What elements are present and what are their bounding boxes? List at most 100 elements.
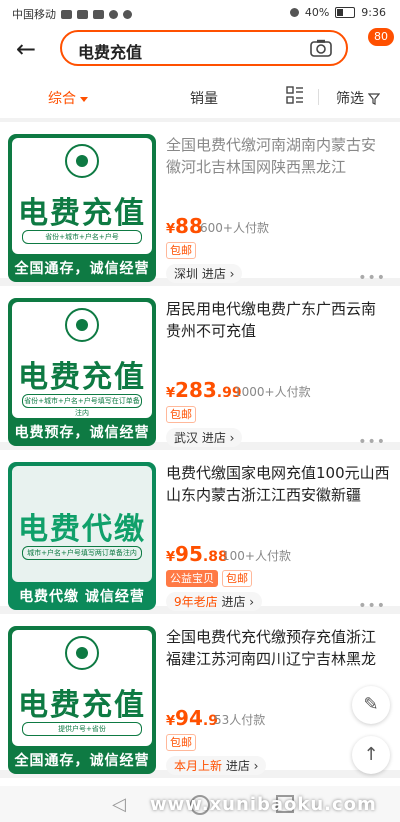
product-card[interactable]: 电费充值 提供户号+省份 全国通存，诚信经营 全国电费代充代缴预存充值浙江福建江… xyxy=(0,614,400,775)
paid-count: 600+人付款 xyxy=(200,221,269,235)
product-title[interactable]: 居民用电代缴电费广东广西云南贵州不可充值 xyxy=(166,298,390,342)
currency-symbol: ¥ xyxy=(166,550,176,565)
alarm-icon xyxy=(289,8,299,17)
product-price: ¥283.99 xyxy=(166,378,242,402)
product-image[interactable]: 电费代缴 城市+户名+户号填写两订单备注内 电费代缴 诚信经营 xyxy=(8,462,156,610)
filter-label: 筛选 xyxy=(336,91,364,107)
shop-location: 深圳 xyxy=(174,267,199,281)
thumb-banner: 电费预存，诚信经营 xyxy=(14,425,150,441)
thumb-headline: 电费充值 xyxy=(18,196,146,231)
sort-comprehensive-label: 综合 xyxy=(48,91,76,107)
state-grid-logo-icon xyxy=(65,636,99,670)
tag-row: 包邮 xyxy=(166,242,196,259)
feedback-edit-icon[interactable]: ✎ xyxy=(352,686,390,724)
thumb-subline: 省份+城市+户名+户号填写在订单备注内 xyxy=(22,394,142,417)
thumb-headline: 电费充值 xyxy=(18,688,146,723)
price-integer: 95 xyxy=(175,542,203,566)
thumb-panel: 电费充值 提供户号+省份 xyxy=(12,630,152,746)
shop-link[interactable]: 本月上新 进店 › xyxy=(166,756,267,775)
search-query[interactable]: 电费充值 xyxy=(78,39,142,63)
product-card[interactable]: 电费充值 省份+城市+户名+户号 全国通存，诚信经营 全国电费代缴河南湖南内蒙古… xyxy=(0,122,400,286)
layout-toggle-icon[interactable] xyxy=(286,86,304,104)
product-price: ¥95.88 xyxy=(166,542,228,566)
product-title[interactable]: 电费代缴国家电网充值100元山西山东内蒙古浙江江西安徽新疆 xyxy=(166,462,390,506)
status-bar: 中国移动 40% 9:36 xyxy=(0,0,400,26)
tag-row: 包邮 xyxy=(166,734,196,751)
search-box[interactable]: 电费充值 xyxy=(60,30,348,66)
back-arrow-icon[interactable]: ← xyxy=(16,36,36,62)
thumb-subline: 省份+城市+户名+户号 xyxy=(22,230,142,244)
product-image[interactable]: 电费充值 省份+城市+户名+户号填写在订单备注内 电费预存，诚信经营 xyxy=(8,298,156,446)
carrier-label: 中国移动 xyxy=(12,8,56,21)
price-integer: 94 xyxy=(175,706,203,730)
thumb-headline: 电费充值 xyxy=(18,360,146,395)
product-image[interactable]: 电费充值 省份+城市+户名+户号 全国通存，诚信经营 xyxy=(8,134,156,282)
chat-notification-icon xyxy=(123,9,132,19)
thumb-banner: 全国通存，诚信经营 xyxy=(14,261,150,277)
caret-down-icon xyxy=(80,96,88,102)
price-integer: 88 xyxy=(175,214,203,238)
sort-comprehensive-tab[interactable]: 综合 xyxy=(48,88,88,108)
product-card[interactable]: 电费代缴 城市+户名+户号填写两订单备注内 电费代缴 诚信经营 电费代缴国家电网… xyxy=(0,450,400,614)
paid-count: 1000+人付款 xyxy=(234,385,311,399)
thumb-panel: 电费代缴 城市+户名+户号填写两订单备注内 xyxy=(12,466,152,582)
funnel-icon xyxy=(368,93,381,105)
free-shipping-tag: 包邮 xyxy=(222,570,252,587)
thumb-panel: 电费充值 省份+城市+户名+户号 xyxy=(12,138,152,254)
more-options-icon[interactable]: ••• xyxy=(358,434,386,450)
battery-icon xyxy=(335,7,356,18)
currency-symbol: ¥ xyxy=(166,386,176,401)
shop-link[interactable]: 9年老店 进店 › xyxy=(166,592,263,611)
price-integer: 283 xyxy=(175,378,217,402)
wifi-icon xyxy=(93,9,104,19)
product-card[interactable]: 电费充值 省份+城市+户名+户号填写在订单备注内 电费预存，诚信经营 居民用电代… xyxy=(0,286,400,450)
camera-icon[interactable] xyxy=(310,39,332,57)
state-grid-logo-icon xyxy=(65,144,99,178)
more-options-icon[interactable]: ••• xyxy=(358,270,386,286)
system-nav-bar: ◁ www.xunibaoku.com xyxy=(0,786,400,822)
back-to-top-icon[interactable]: ↑ xyxy=(352,736,390,774)
product-title[interactable]: 全国电费代缴河南湖南内蒙古安徽河北吉林国网陕西黑龙江 xyxy=(166,134,390,178)
currency-symbol: ¥ xyxy=(166,714,176,729)
new-this-month-badge: 本月上新 xyxy=(174,759,223,773)
shop-link[interactable]: 深圳 进店 › xyxy=(166,264,243,283)
thumb-subline: 提供户号+省份 xyxy=(22,722,142,736)
divider xyxy=(318,89,319,105)
search-header: ← 电费充值 80 xyxy=(0,26,400,74)
shop-location: 武汉 xyxy=(174,431,199,445)
shop-link[interactable]: 武汉 进店 › xyxy=(166,428,243,447)
app-notification-icon xyxy=(109,9,118,19)
enter-shop-label: 进店 › xyxy=(201,431,235,445)
charity-tag: 公益宝贝 xyxy=(166,570,218,587)
hd-icon xyxy=(61,9,72,19)
filter-bar: 综合 销量 筛选 xyxy=(0,74,400,118)
filter-button[interactable]: 筛选 xyxy=(336,88,381,108)
state-grid-logo-icon xyxy=(65,308,99,342)
thumb-banner: 全国通存，诚信经营 xyxy=(14,753,150,769)
enter-shop-label: 进店 › xyxy=(221,595,255,609)
enter-shop-label: 进店 › xyxy=(201,267,235,281)
free-shipping-tag: 包邮 xyxy=(166,734,196,751)
shop-age-badge: 9年老店 xyxy=(174,595,218,609)
paid-count: 53人付款 xyxy=(214,713,266,727)
sort-sales-tab[interactable]: 销量 xyxy=(190,88,218,108)
cart-count-badge[interactable]: 80 xyxy=(368,28,394,46)
product-image[interactable]: 电费充值 提供户号+省份 全国通存，诚信经营 xyxy=(8,626,156,774)
thumb-headline: 电费代缴 xyxy=(18,512,146,547)
thumb-subline: 城市+户名+户号填写两订单备注内 xyxy=(22,546,142,560)
more-options-icon[interactable]: ••• xyxy=(358,598,386,614)
signal-icon xyxy=(77,9,88,19)
product-price: ¥88 xyxy=(166,214,203,238)
thumb-panel: 电费充值 省份+城市+户名+户号填写在订单备注内 xyxy=(12,302,152,418)
tag-row: 包邮 xyxy=(166,406,196,423)
thumb-banner: 电费代缴 诚信经营 xyxy=(19,589,145,605)
currency-symbol: ¥ xyxy=(166,222,176,237)
product-title[interactable]: 全国电费代充代缴预存充值浙江福建江苏河南四川辽宁吉林黑龙 xyxy=(166,626,390,670)
paid-count: 100+人付款 xyxy=(222,549,291,563)
site-watermark: www.xunibaoku.com xyxy=(150,794,377,815)
enter-shop-label: 进店 › xyxy=(225,759,259,773)
battery-percent: 40% xyxy=(304,6,330,19)
free-shipping-tag: 包邮 xyxy=(166,242,196,259)
product-price: ¥94.9 xyxy=(166,706,218,730)
nav-back-icon[interactable]: ◁ xyxy=(112,794,126,815)
